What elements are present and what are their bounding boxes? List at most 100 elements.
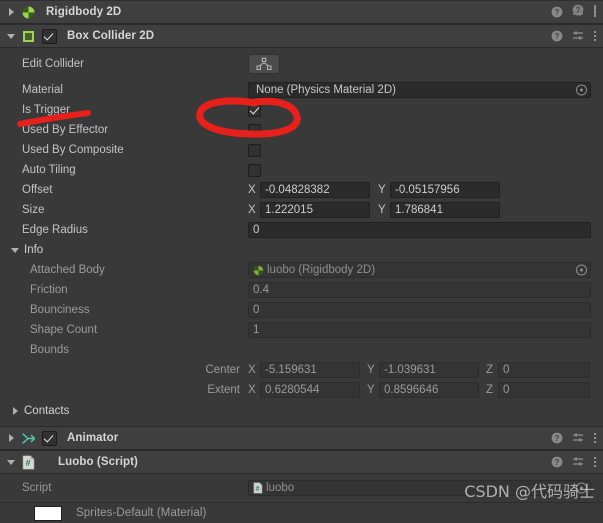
kebab-menu-icon[interactable]: [593, 432, 597, 444]
bounds-center-z-value: 0: [498, 362, 590, 378]
used-by-composite-label: Used By Composite: [22, 144, 124, 156]
used-by-effector-checkbox[interactable]: [248, 123, 261, 137]
bounds-extent-z-axis-label: Z: [486, 384, 494, 396]
preset-icon[interactable]: [572, 432, 584, 444]
cs-script-icon: #: [253, 482, 263, 494]
bounciness-label: Bounciness: [30, 304, 90, 316]
kebab-menu-icon[interactable]: [593, 30, 597, 42]
bounds-center-x-value: -5.159631: [260, 362, 360, 378]
bounds-center-y-value: -1.039631: [379, 362, 479, 378]
help-icon[interactable]: ?: [551, 30, 563, 42]
foldout-info[interactable]: Info: [0, 240, 603, 260]
component-enable-checkbox-boxcollider2d[interactable]: [42, 28, 57, 44]
bounds-extent-label: Extent: [207, 384, 240, 396]
component-header-sprites-default-material[interactable]: Sprites-Default (Material) ?: [0, 4, 603, 523]
preset-icon[interactable]: [572, 456, 584, 468]
row-shape-count: Shape Count 1: [0, 320, 603, 340]
foldout-contacts[interactable]: Contacts: [0, 400, 603, 422]
bounds-extent-y-axis-label: Y: [367, 384, 375, 396]
is-trigger-checkbox[interactable]: [248, 103, 261, 117]
bounds-label: Bounds: [30, 344, 70, 356]
unity-inspector-panel: Rigidbody 2D ? Box Collider 2D ? Edit Co…: [0, 0, 603, 521]
offset-y-axis-label: Y: [378, 184, 386, 196]
row-attached-body: Attached Body luobo (Rigidbody 2D): [0, 260, 603, 280]
svg-text:?: ?: [555, 8, 560, 17]
offset-label: Offset: [22, 184, 53, 196]
size-y-input[interactable]: 1.786841: [390, 202, 500, 218]
attached-body-object-field[interactable]: luobo (Rigidbody 2D): [248, 262, 591, 278]
row-used-by-composite: Used By Composite: [0, 140, 603, 160]
offset-x-axis-label: X: [248, 184, 256, 196]
sprites-default-material-title: Sprites-Default (Material): [76, 507, 207, 519]
size-x-axis-label: X: [248, 204, 256, 216]
row-auto-tiling: Auto Tiling: [0, 160, 603, 180]
auto-tiling-label: Auto Tiling: [22, 164, 76, 176]
boxcollider2d-icon: [20, 28, 36, 44]
foldout-rigidbody2d[interactable]: [4, 8, 18, 16]
shape-count-label: Shape Count: [30, 324, 98, 336]
edge-radius-input[interactable]: 0: [248, 222, 591, 238]
row-material: Material None (Physics Material 2D): [0, 80, 603, 100]
chevron-down-icon: [7, 33, 15, 39]
material-label: Material: [22, 84, 63, 96]
bounds-extent-z-value: 0: [498, 382, 590, 398]
header-tools-animator: ?: [551, 427, 597, 449]
bounds-center-label: Center: [205, 364, 240, 376]
bounds-extent-x-axis-label: X: [248, 384, 256, 396]
kebab-menu-icon[interactable]: [593, 456, 597, 468]
bounds-extent-y-value: 0.8596646: [379, 382, 479, 398]
preset-icon[interactable]: [572, 30, 584, 42]
chevron-right-icon: [8, 434, 14, 442]
bounds-extent-x-value: 0.6280544: [260, 382, 360, 398]
foldout-animator[interactable]: [4, 434, 18, 442]
row-edit-collider: Edit Collider: [0, 52, 603, 76]
object-picker-icon[interactable]: [576, 84, 587, 96]
component-title: Animator: [67, 432, 119, 444]
edit-collider-label: Edit Collider: [22, 58, 84, 70]
bounds-center-z-axis-label: Z: [486, 364, 494, 376]
chevron-right-icon: [8, 8, 14, 16]
component-title: Box Collider 2D: [67, 30, 155, 42]
size-y-axis-label: Y: [378, 204, 386, 216]
component-header-rigidbody2d[interactable]: Rigidbody 2D ?: [0, 0, 603, 24]
used-by-composite-checkbox[interactable]: [248, 143, 261, 157]
shape-count-value: 1: [248, 322, 591, 338]
foldout-boxcollider2d[interactable]: [4, 33, 18, 39]
edit-collider-button[interactable]: [248, 54, 280, 74]
object-picker-icon[interactable]: [576, 264, 587, 276]
attached-body-value: luobo (Rigidbody 2D): [267, 264, 376, 276]
svg-text:?: ?: [555, 32, 560, 41]
row-friction: Friction 0.4: [0, 280, 603, 300]
svg-text:?: ?: [555, 434, 560, 443]
csdn-watermark: CSDN @代码骑士: [464, 482, 595, 501]
component-header-luobo-script[interactable]: # Luobo (Script) ?: [0, 450, 603, 474]
row-size: Size X 1.222015 Y 1.786841: [0, 200, 603, 220]
header-tools-luobo-script: ?: [551, 451, 597, 473]
contacts-label: Contacts: [24, 405, 70, 417]
row-is-trigger: Is Trigger: [0, 100, 603, 120]
offset-x-input[interactable]: -0.04828382: [260, 182, 370, 198]
boxcollider2d-body: Edit Collider Material None (Physics Mat: [0, 48, 603, 426]
cs-script-icon: #: [20, 454, 36, 470]
chevron-right-icon: [8, 407, 22, 415]
help-icon[interactable]: ?: [551, 456, 563, 468]
component-enable-checkbox-animator[interactable]: [42, 430, 57, 446]
component-header-animator[interactable]: Animator ?: [0, 426, 603, 450]
component-header-boxcollider2d[interactable]: Box Collider 2D ?: [0, 24, 603, 48]
offset-y-input[interactable]: -0.05157956: [390, 182, 500, 198]
material-object-field[interactable]: None (Physics Material 2D): [248, 82, 591, 98]
rigidbody2d-icon: [20, 4, 36, 20]
svg-text:#: #: [25, 458, 30, 468]
auto-tiling-checkbox[interactable]: [248, 163, 261, 177]
row-edge-radius: Edge Radius 0: [0, 220, 603, 240]
bounds-center-y-axis-label: Y: [367, 364, 375, 376]
help-icon[interactable]: ?: [551, 6, 563, 18]
foldout-luobo-script[interactable]: [4, 459, 18, 465]
chevron-down-icon: [7, 459, 15, 465]
size-x-input[interactable]: 1.222015: [260, 202, 370, 218]
size-label: Size: [22, 204, 45, 216]
material-value: None (Physics Material 2D): [256, 84, 396, 96]
help-icon[interactable]: ?: [551, 432, 563, 444]
info-label: Info: [24, 244, 44, 256]
edit-collider-icon: [256, 57, 272, 70]
